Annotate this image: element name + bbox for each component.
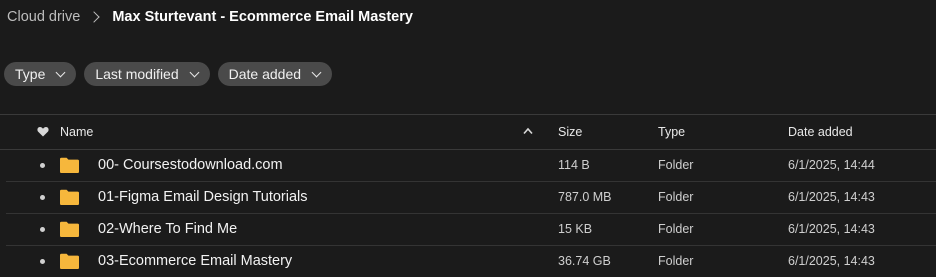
- filter-date-added-label: Date added: [228, 66, 302, 82]
- filter-last-modified-button[interactable]: Last modified: [84, 62, 210, 86]
- table-row[interactable]: 03-Ecommerce Email Mastery 36.74 GB Fold…: [0, 246, 936, 277]
- row-name: 03-Ecommerce Email Mastery: [98, 253, 293, 269]
- row-size: 787.0 MB: [558, 190, 612, 204]
- filter-bar: Type Last modified Date added: [4, 62, 333, 86]
- row-dot-icon: [40, 195, 45, 200]
- breadcrumb-current-folder: Max Sturtevant - Ecommerce Email Mastery: [112, 9, 413, 25]
- row-name: 02-Where To Find Me: [98, 221, 238, 237]
- row-size: 15 KB: [558, 222, 593, 236]
- filter-type-button[interactable]: Type: [4, 62, 77, 86]
- folder-icon: [60, 221, 79, 237]
- row-dot-icon: [40, 259, 45, 264]
- heart-icon[interactable]: [37, 126, 49, 137]
- row-name: 01-Figma Email Design Tutorials: [98, 189, 308, 205]
- row-size: 36.74 GB: [558, 254, 611, 268]
- folder-icon: [60, 157, 79, 173]
- filter-type-label: Type: [15, 66, 46, 82]
- chevron-right-icon: [88, 11, 101, 23]
- row-type: Folder: [658, 222, 694, 236]
- sort-ascending-icon[interactable]: [523, 127, 533, 135]
- filter-last-modified-label: Last modified: [95, 66, 179, 82]
- file-table: Name Size Type Date added 00- Coursestod…: [0, 114, 936, 277]
- row-date-added: 6/1/2025, 14:43: [788, 254, 875, 268]
- row-dot-icon: [40, 163, 45, 168]
- row-date-added: 6/1/2025, 14:44: [788, 158, 875, 172]
- breadcrumb: Cloud drive Max Sturtevant - Ecommerce E…: [7, 6, 413, 28]
- column-header-type[interactable]: Type: [658, 125, 685, 139]
- row-size: 114 B: [558, 158, 590, 172]
- chevron-down-icon: [55, 67, 66, 77]
- filter-date-added-button[interactable]: Date added: [217, 62, 333, 86]
- table-row[interactable]: 02-Where To Find Me 15 KB Folder 6/1/202…: [0, 214, 936, 245]
- folder-icon: [60, 189, 79, 205]
- folder-icon: [60, 253, 79, 269]
- row-dot-icon: [40, 227, 45, 232]
- table-row[interactable]: 01-Figma Email Design Tutorials 787.0 MB…: [0, 182, 936, 213]
- chevron-down-icon: [189, 67, 200, 77]
- breadcrumb-root-link[interactable]: Cloud drive: [7, 9, 80, 25]
- column-header-name[interactable]: Name: [60, 125, 93, 139]
- column-header-size[interactable]: Size: [558, 125, 582, 139]
- row-date-added: 6/1/2025, 14:43: [788, 222, 875, 236]
- chevron-down-icon: [311, 67, 322, 77]
- table-row[interactable]: 00- Coursestodownload.com 114 B Folder 6…: [0, 150, 936, 181]
- row-date-added: 6/1/2025, 14:43: [788, 190, 875, 204]
- column-header-date-added[interactable]: Date added: [788, 125, 853, 139]
- row-name: 00- Coursestodownload.com: [98, 157, 283, 173]
- row-type: Folder: [658, 158, 694, 172]
- row-type: Folder: [658, 190, 694, 204]
- table-header: Name Size Type Date added: [0, 115, 936, 149]
- row-type: Folder: [658, 254, 694, 268]
